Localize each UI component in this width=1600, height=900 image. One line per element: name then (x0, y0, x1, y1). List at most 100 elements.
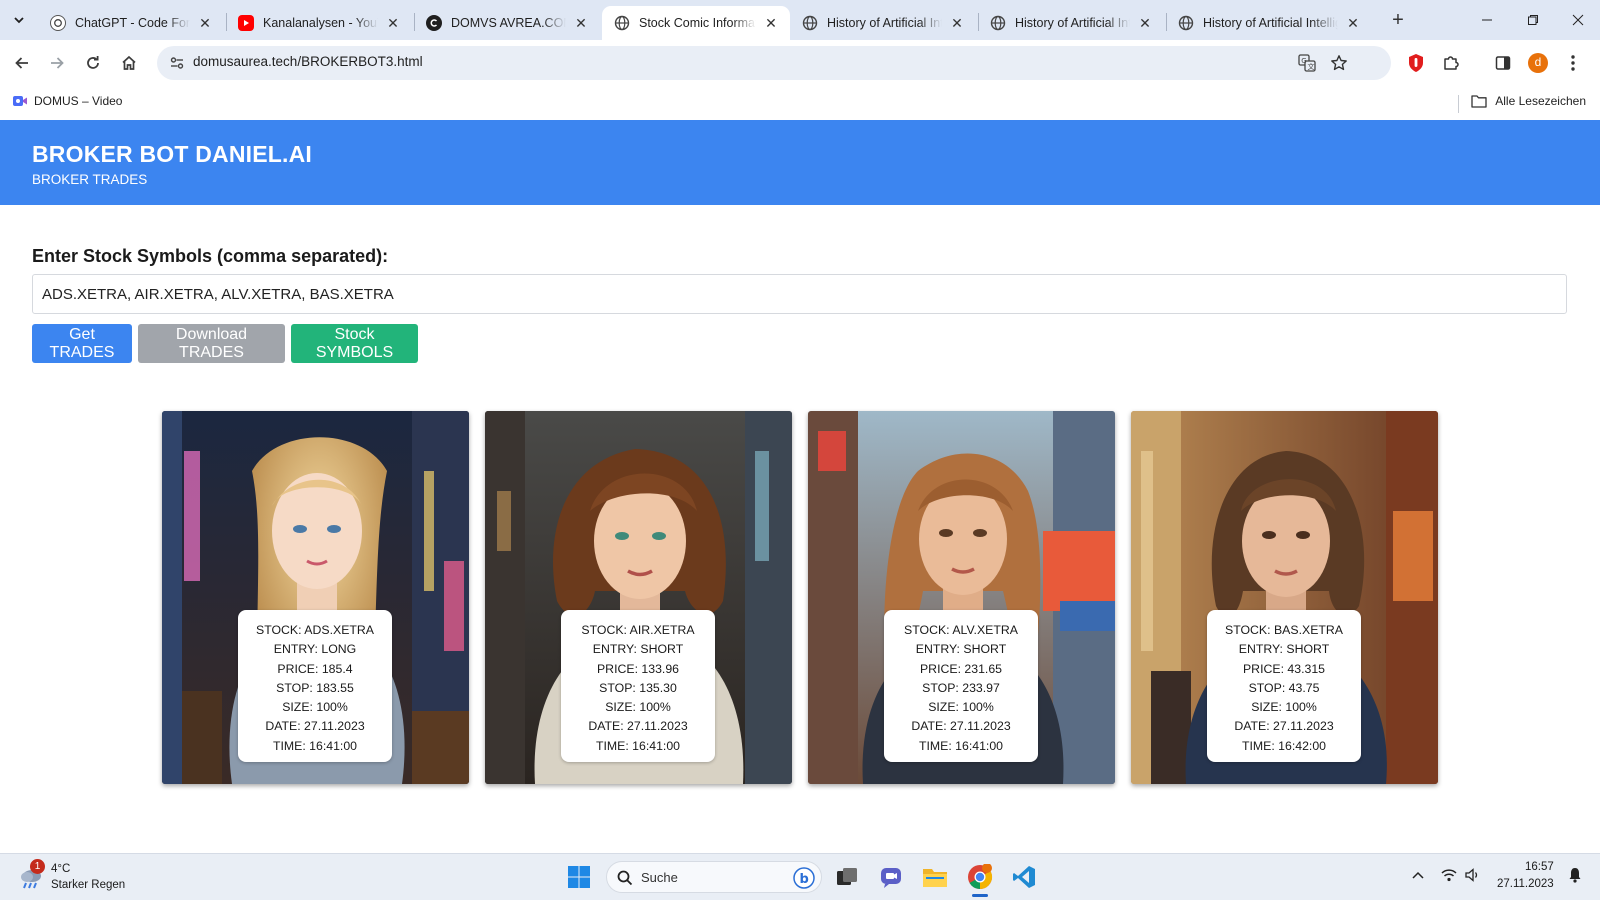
forward-arrow-icon[interactable] (45, 51, 69, 75)
tab-search-chevron-icon[interactable] (7, 8, 31, 32)
trade-stock: STOCK: BAS.XETRA (1225, 623, 1343, 637)
trade-date: DATE: 27.11.2023 (1234, 719, 1334, 734)
weather-temperature: 4°C (51, 863, 71, 875)
youtube-icon (238, 15, 254, 31)
menu-kebab-icon[interactable] (1562, 52, 1584, 74)
trade-price: PRICE: 231.65 (919, 661, 1003, 676)
extension-red-shield-icon[interactable] (1405, 52, 1427, 74)
notification-bell-icon[interactable] (1568, 867, 1582, 886)
bookmark-label: DOMUS – Video (34, 94, 123, 108)
minimize-icon[interactable] (1464, 0, 1510, 40)
back-arrow-icon[interactable] (10, 51, 34, 75)
tab-history-ai-3[interactable]: History of Artificial Intelligence ✕ (1166, 6, 1372, 40)
tab-title: History of Artificial Intelligence (827, 16, 942, 30)
close-icon[interactable]: ✕ (948, 15, 966, 32)
trade-size: SIZE: 100% (282, 700, 348, 715)
tab-youtube-studio[interactable]: Kanalanalysen - YouTube Studio ✕ (226, 6, 412, 40)
reload-icon[interactable] (81, 51, 105, 75)
url-text[interactable]: domusaurea.tech/BROKERBOT3.html (193, 54, 423, 69)
tab-title: ChatGPT - Code Formatierung (75, 16, 190, 30)
video-camera-icon (13, 96, 27, 106)
clock-time[interactable]: 16:57 (1525, 861, 1554, 873)
side-panel-icon[interactable] (1492, 52, 1514, 74)
trade-stock: STOCK: ALV.XETRA (904, 623, 1018, 637)
get-trades-button[interactable]: Get TRADES (32, 324, 132, 363)
trade-date: DATE: 27.11.2023 (265, 719, 365, 734)
close-icon[interactable]: ✕ (1136, 15, 1154, 32)
globe-icon (802, 15, 818, 31)
tab-domus-aurea[interactable]: DOMVS AVREA.COM ✕ (414, 6, 600, 40)
chevron-up-icon[interactable] (1412, 868, 1424, 883)
tab-title: History of Artificial Intelligence (1015, 16, 1130, 30)
trade-time: TIME: 16:41:00 (918, 738, 1004, 753)
chrome-icon[interactable] (965, 862, 995, 897)
task-view-icon[interactable] (832, 862, 862, 892)
new-tab-plus-icon[interactable]: + (1385, 8, 1411, 34)
globe-icon (990, 15, 1006, 31)
page-content: BROKER BOT DANIEL.AI BROKER TRADES Enter… (0, 120, 1600, 853)
symbols-input[interactable] (32, 274, 1567, 314)
tab-chatgpt[interactable]: ChatGPT - Code Formatierung ✕ (38, 6, 224, 40)
stock-symbols-button[interactable]: Stock SYMBOLS (291, 324, 418, 363)
symbols-label: Enter Stock Symbols (comma separated): (32, 246, 389, 266)
profile-avatar[interactable]: d (1527, 52, 1549, 74)
chatgpt-icon (50, 15, 66, 31)
download-trades-button[interactable]: Download TRADES (138, 324, 285, 363)
tab-title: Kanalanalysen - YouTube Studio (263, 16, 378, 30)
close-icon[interactable]: ✕ (196, 15, 214, 32)
close-icon[interactable]: ✕ (384, 15, 402, 32)
bookmarks-bar: DOMUS – Video Alle Lesezeichen (0, 86, 1600, 120)
teams-chat-icon[interactable] (877, 862, 907, 892)
tab-stock-comic[interactable]: Stock Comic Information ✕ (602, 6, 790, 40)
windows-start-icon[interactable] (564, 862, 594, 892)
folder-icon (1471, 95, 1487, 108)
trade-date: DATE: 27.11.2023 (911, 719, 1011, 734)
all-bookmarks[interactable]: Alle Lesezeichen (1471, 94, 1586, 108)
tab-title: History of Artificial Intelligence (1203, 16, 1338, 30)
site-info-icon[interactable] (169, 55, 185, 71)
clock-date[interactable]: 27.11.2023 (1497, 878, 1554, 890)
tab-history-ai-1[interactable]: History of Artificial Intelligence ✕ (790, 6, 976, 40)
tab-history-ai-2[interactable]: History of Artificial Intelligence ✕ (978, 6, 1164, 40)
trade-card: STOCK: ADS.XETRA ENTRY: LONG PRICE: 185.… (162, 411, 469, 784)
address-bar[interactable]: domusaurea.tech/BROKERBOT3.html G文 (157, 46, 1391, 80)
windows-taskbar: 1 4°C Starker Regen Suche b 16:57 27.11.… (0, 853, 1600, 900)
notification-badge: 1 (30, 859, 45, 874)
browser-toolbar: domusaurea.tech/BROKERBOT3.html G文 d (0, 40, 1600, 86)
file-explorer-icon[interactable] (920, 862, 950, 892)
wifi-icon[interactable] (1441, 868, 1457, 885)
bing-icon[interactable]: b (793, 867, 815, 889)
trade-size: SIZE: 100% (1251, 700, 1317, 715)
trade-date: DATE: 27.11.2023 (588, 719, 688, 734)
extensions-puzzle-icon[interactable] (1440, 52, 1462, 74)
taskbar-search[interactable]: Suche b (606, 861, 822, 893)
globe-icon (614, 15, 630, 31)
close-icon[interactable]: ✕ (572, 15, 590, 32)
volume-icon[interactable] (1465, 868, 1481, 885)
svg-text:文: 文 (1308, 62, 1315, 71)
restore-icon[interactable] (1510, 0, 1556, 40)
bookmarks-divider (1458, 95, 1459, 113)
vscode-icon[interactable] (1009, 862, 1039, 892)
weather-description: Starker Regen (51, 879, 126, 891)
home-icon[interactable] (117, 51, 141, 75)
globe-icon (1178, 15, 1194, 31)
domus-icon (426, 15, 442, 31)
trade-price: PRICE: 185.4 (277, 661, 353, 676)
translate-icon[interactable]: G文 (1297, 54, 1317, 72)
window-close-icon[interactable] (1556, 0, 1600, 40)
bookmark-star-icon[interactable] (1329, 54, 1349, 72)
trade-size: SIZE: 100% (928, 700, 994, 715)
search-placeholder: Suche (641, 870, 678, 885)
trade-price: PRICE: 43.315 (1242, 661, 1326, 676)
trade-info-box: STOCK: BAS.XETRA ENTRY: SHORT PRICE: 43.… (1207, 610, 1361, 762)
trade-card: STOCK: AIR.XETRA ENTRY: SHORT PRICE: 133… (485, 411, 792, 784)
trade-stock: STOCK: ADS.XETRA (256, 623, 374, 637)
svg-text:b: b (800, 872, 809, 887)
close-icon[interactable]: ✕ (762, 15, 780, 32)
tab-title: Stock Comic Information (639, 16, 756, 30)
search-icon (617, 870, 633, 886)
bookmark-domus-video[interactable]: DOMUS – Video (12, 94, 122, 108)
close-icon[interactable]: ✕ (1344, 15, 1362, 32)
trade-stop: STOP: 43.75 (1248, 680, 1320, 695)
